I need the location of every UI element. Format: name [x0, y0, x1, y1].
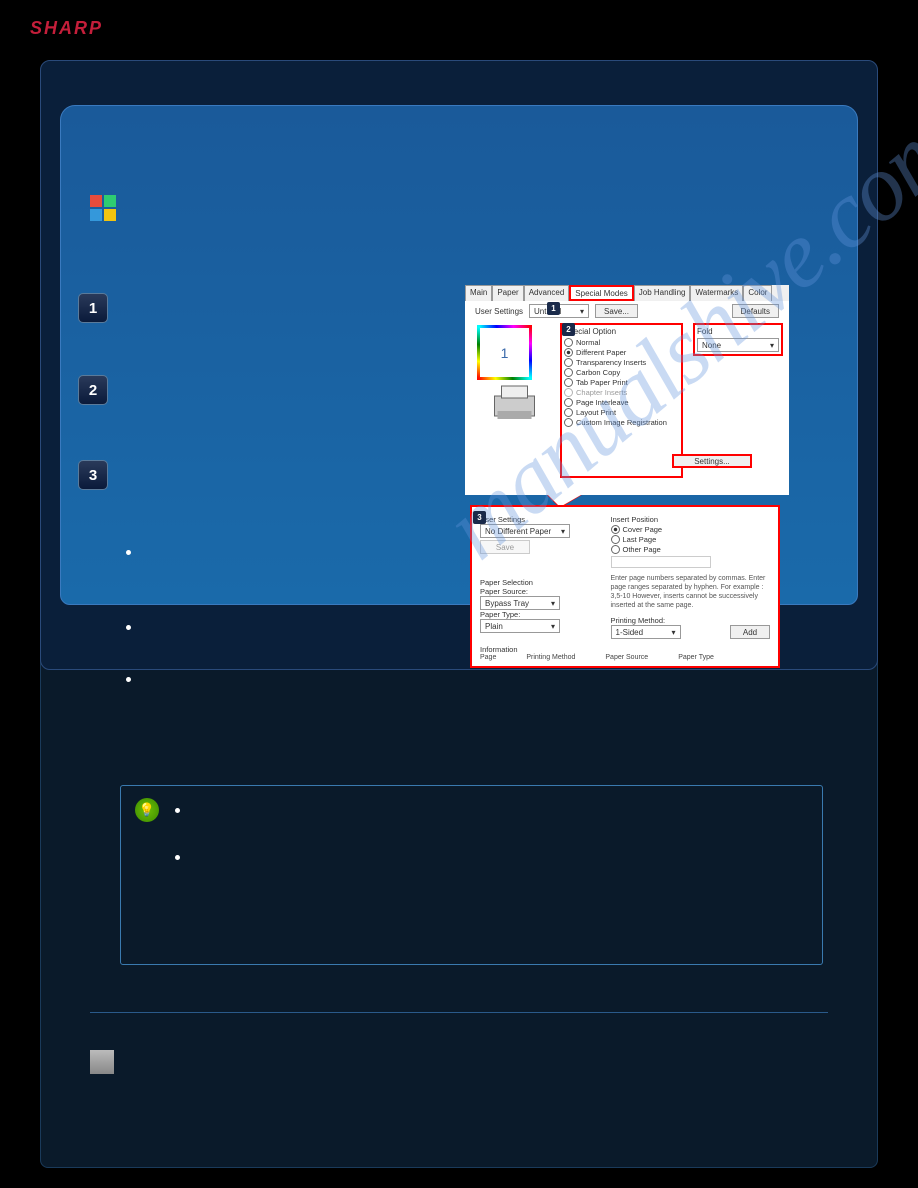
option-other-page[interactable]: Other Page	[611, 545, 771, 554]
paper-type-label: Paper Type:	[480, 610, 611, 619]
paper-source-dropdown[interactable]: Bypass Tray▾	[480, 596, 560, 610]
tip-bullet-2	[175, 855, 180, 860]
option-custom-image-registration[interactable]: Custom Image Registration	[564, 418, 679, 427]
paper-type-dropdown[interactable]: Plain▾	[480, 619, 560, 633]
option-different-paper[interactable]: Different Paper	[564, 348, 679, 357]
d2-user-settings-dropdown[interactable]: No Different Paper▾	[480, 524, 570, 538]
tip-lightbulb-icon: 💡	[135, 798, 159, 822]
printing-method-dropdown[interactable]: 1-Sided▾	[611, 625, 681, 639]
tab-main[interactable]: Main	[465, 285, 492, 301]
d2-user-settings-label: User Settings	[480, 515, 611, 524]
page-number-input[interactable]	[611, 556, 711, 568]
tab-special-modes[interactable]: Special Modes	[569, 285, 633, 301]
step-3-badge: 3	[78, 460, 108, 490]
fold-group: Fold None▾	[693, 323, 783, 356]
callout-2: 2	[562, 323, 575, 336]
option-carbon-copy[interactable]: Carbon Copy	[564, 368, 679, 377]
dialog-tabs: Main Paper Advanced Special Modes Job Ha…	[465, 285, 789, 301]
defaults-button[interactable]: Defaults	[732, 304, 779, 318]
insert-position-label: Insert Position	[611, 515, 771, 524]
step-2-badge: 2	[78, 375, 108, 405]
information-label: Information	[480, 645, 770, 654]
option-chapter-inserts[interactable]: Chapter Inserts	[564, 388, 679, 397]
brand-logo: SHARP	[30, 18, 103, 39]
special-option-group: Special Option Normal Different Paper Tr…	[560, 323, 683, 478]
page-preview: 1	[477, 325, 552, 425]
paper-source-label: Paper Source:	[480, 587, 611, 596]
printer-dialog-special-modes: Main Paper Advanced Special Modes Job Ha…	[465, 285, 789, 495]
section-divider	[90, 1012, 828, 1013]
user-settings-label: User Settings	[475, 307, 523, 316]
bullet-2	[126, 625, 131, 630]
windows-icon	[90, 195, 120, 225]
tab-color[interactable]: Color	[743, 285, 772, 301]
bullet-1	[126, 550, 131, 555]
option-page-interleave[interactable]: Page Interleave	[564, 398, 679, 407]
bottom-section-icon	[90, 1050, 114, 1074]
page-hint-text: Enter page numbers separated by commas. …	[611, 574, 771, 610]
paper-selection-label: Paper Selection	[480, 578, 611, 587]
step-1-badge: 1	[78, 293, 108, 323]
callout-1: 1	[547, 302, 560, 315]
bullet-3	[126, 677, 131, 682]
settings-button[interactable]: Settings...	[672, 454, 752, 468]
tab-job-handling[interactable]: Job Handling	[634, 285, 691, 301]
tip-box	[120, 785, 823, 965]
col-paper-type: Paper Type	[678, 654, 714, 661]
fold-dropdown[interactable]: None▾	[697, 338, 779, 352]
different-paper-settings-dialog: User Settings No Different Paper▾ Save I…	[470, 505, 780, 668]
printing-method-label: Printing Method:	[611, 616, 771, 625]
col-paper-source: Paper Source	[605, 654, 648, 661]
callout-3: 3	[473, 511, 486, 524]
preview-page: 1	[477, 325, 532, 380]
tab-advanced[interactable]: Advanced	[524, 285, 570, 301]
col-page: Page	[480, 654, 496, 661]
tab-watermarks[interactable]: Watermarks	[690, 285, 743, 301]
printer-icon	[487, 381, 542, 421]
save-button[interactable]: Save...	[595, 304, 638, 318]
option-normal[interactable]: Normal	[564, 338, 679, 347]
tab-paper[interactable]: Paper	[492, 285, 523, 301]
col-printing-method: Printing Method	[526, 654, 575, 661]
special-option-label: Special Option	[564, 327, 679, 336]
option-transparency-inserts[interactable]: Transparency Inserts	[564, 358, 679, 367]
tip-bullet-1	[175, 808, 180, 813]
option-last-page[interactable]: Last Page	[611, 535, 771, 544]
d2-save-button[interactable]: Save	[480, 540, 530, 554]
fold-label: Fold	[697, 327, 779, 336]
option-cover-page[interactable]: Cover Page	[611, 525, 771, 534]
option-layout-print[interactable]: Layout Print	[564, 408, 679, 417]
add-button[interactable]: Add	[730, 625, 770, 639]
option-tab-paper-print[interactable]: Tab Paper Print	[564, 378, 679, 387]
